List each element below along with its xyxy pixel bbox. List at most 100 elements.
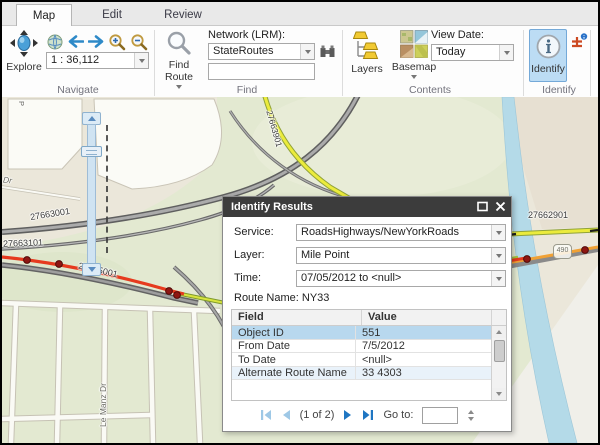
network-lrm-combobox[interactable]: StateRoutes (208, 43, 315, 60)
previous-extent-button[interactable] (65, 34, 85, 49)
table-row[interactable]: To Date<null> (232, 353, 491, 367)
table-scrollbar[interactable] (491, 326, 506, 400)
service-label: Service: (234, 226, 274, 238)
route-value (209, 64, 314, 79)
triangle-down-icon (496, 392, 502, 396)
table-row[interactable]: From Date7/5/2012 (232, 340, 491, 354)
ribbon-tabbar: Map Edit Review (2, 2, 598, 26)
route-name-line: Route Name: NY33 (234, 292, 329, 304)
map-scale-combobox[interactable]: 1 : 36,112 (46, 52, 149, 69)
first-page-button[interactable] (260, 409, 272, 421)
zoom-slider-track[interactable] (87, 124, 96, 264)
zoom-in-button[interactable] (107, 32, 127, 51)
chevron-down-icon (139, 59, 145, 63)
maximize-button[interactable] (477, 201, 488, 212)
table-row[interactable]: Alternate Route Name33 4303 (232, 367, 491, 381)
street-label: Le Manz Dr (98, 383, 108, 427)
layers-button[interactable]: Layers (347, 30, 387, 75)
results-table-header: Field Value (232, 310, 506, 326)
tab-map[interactable]: Map (16, 4, 72, 27)
last-page-icon (362, 409, 374, 421)
identify-label: Identify (531, 64, 565, 75)
scroll-down-button[interactable] (492, 388, 506, 400)
triangle-up-icon (496, 330, 502, 334)
chevron-down-icon (411, 75, 417, 79)
goto-spinner[interactable] (468, 410, 474, 421)
time-dropdown-button[interactable] (491, 271, 505, 286)
zoom-slider-ticks (106, 125, 108, 253)
route-name-label: Route Name: (234, 292, 299, 304)
group-separator (154, 30, 155, 96)
find-group-label: Find (197, 84, 297, 97)
zoom-out-button[interactable] (129, 32, 149, 51)
table-row[interactable]: Object ID551 (232, 326, 491, 340)
app-window: Map Edit Review (0, 0, 600, 445)
close-button[interactable] (495, 201, 506, 212)
dialog-titlebar[interactable]: Identify Results (223, 197, 511, 217)
identify-route-tool-icon (570, 33, 588, 49)
scroll-up-button[interactable] (492, 326, 506, 338)
full-extent-button[interactable] (45, 33, 64, 50)
search-route-button[interactable] (318, 43, 337, 60)
route-label: 27662901 (528, 210, 568, 220)
field-cell: From Date (232, 340, 356, 353)
last-page-button[interactable] (362, 409, 374, 421)
route-label: 27663101 (3, 237, 43, 248)
zoom-slider-handle[interactable] (81, 146, 102, 157)
chevron-down-icon (305, 50, 311, 54)
navigate-group-label: Navigate (28, 84, 128, 97)
service-combobox[interactable]: RoadsHighways/NewYorkRoads (296, 224, 506, 241)
view-date-label: View Date: (431, 29, 484, 41)
tab-edit[interactable]: Edit (82, 4, 142, 26)
find-route-button[interactable]: Find Route (159, 30, 199, 89)
previous-page-button[interactable] (281, 409, 291, 421)
next-page-icon (343, 409, 353, 421)
globe-icon (47, 34, 63, 50)
explore-label: Explore (6, 62, 42, 73)
tab-review[interactable]: Review (150, 4, 216, 26)
layers-icon (353, 30, 381, 63)
value-column-header[interactable]: Value (362, 310, 492, 325)
find-route-label-1: Find (169, 60, 189, 71)
time-combobox[interactable]: 07/05/2012 to <null> (296, 270, 506, 287)
network-lrm-label: Network (LRM): (208, 29, 285, 41)
identify-group-label: Identify (519, 84, 599, 97)
chevron-down-icon (496, 277, 502, 281)
field-cell: To Date (232, 353, 356, 366)
view-date-combobox[interactable]: Today (431, 44, 514, 61)
triangle-up-icon (468, 410, 474, 414)
next-extent-button[interactable] (86, 34, 106, 49)
goto-page-input[interactable] (422, 407, 458, 424)
layer-dropdown-button[interactable] (491, 248, 505, 263)
value-cell: 7/5/2012 (356, 340, 491, 353)
goto-label: Go to: (383, 409, 413, 421)
network-lrm-dropdown-button[interactable] (300, 44, 314, 59)
zoom-in-icon (108, 33, 126, 51)
identify-button[interactable]: Identify (529, 29, 567, 82)
field-column-header[interactable]: Field (232, 310, 362, 325)
zoom-slider[interactable] (81, 112, 102, 276)
route-combobox[interactable] (208, 63, 315, 80)
back-arrow-icon (67, 35, 84, 48)
group-separator (342, 30, 343, 96)
triangle-down-icon (468, 417, 474, 421)
field-cell: Alternate Route Name (232, 367, 356, 380)
explore-button[interactable]: Explore (4, 30, 44, 73)
next-page-button[interactable] (343, 409, 353, 421)
zoom-slider-down-button[interactable] (82, 263, 101, 276)
binoculars-icon (319, 44, 336, 59)
scrollbar-thumb[interactable] (494, 340, 505, 362)
street-label: P (17, 101, 26, 106)
chevron-down-icon (496, 231, 502, 235)
layers-label: Layers (351, 64, 383, 75)
service-dropdown-button[interactable] (491, 225, 505, 240)
map-scale-dropdown-button[interactable] (134, 53, 148, 68)
find-route-label-2: Route (165, 72, 193, 83)
route-name-value: NY33 (302, 292, 330, 304)
view-date-dropdown-button[interactable] (499, 45, 513, 60)
service-value: RoadsHighways/NewYorkRoads (297, 225, 491, 240)
identify-route-tool-button[interactable] (569, 32, 588, 49)
triangle-down-icon (88, 267, 96, 272)
zoom-out-icon (130, 33, 148, 51)
layer-combobox[interactable]: Mile Point (296, 247, 506, 264)
